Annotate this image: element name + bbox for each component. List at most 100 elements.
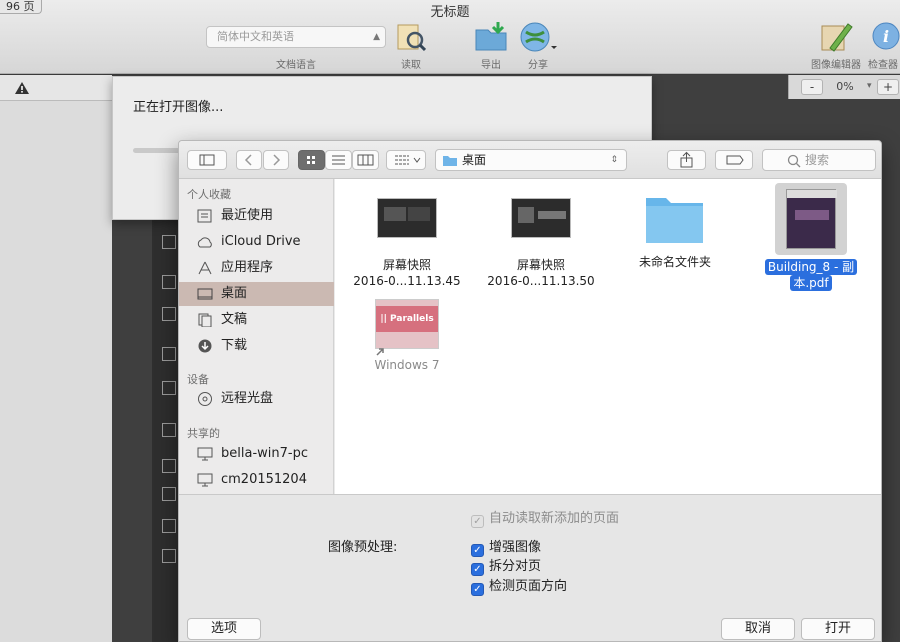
sidebar-item-documents[interactable]: 文稿 xyxy=(179,308,334,332)
select-tool-icon[interactable] xyxy=(162,235,176,249)
split-pages-label: 拆分对页 xyxy=(489,559,542,574)
sidebar-item-shared-pc-2[interactable]: cm20151204 xyxy=(179,468,334,492)
sidebar-icon xyxy=(199,154,215,166)
file-name-line2: 本.pdf xyxy=(790,275,832,291)
zoom-control: - 0% ▾ + xyxy=(788,75,900,99)
tools-strip xyxy=(152,215,178,642)
progress-message: 正在打开图像... xyxy=(133,100,224,115)
file-name: Building_8 - 副 xyxy=(764,259,858,275)
shared-header: 共享的 xyxy=(187,427,220,440)
sidebar-item-recents[interactable]: 最近使用 xyxy=(179,204,334,228)
import-options: ✓ 自动读取新添加的页面 图像预处理: ✓ 增强图像 ✓ 拆分对页 ✓ 检测页面方向 选… xyxy=(179,494,881,641)
alias-arrow-icon xyxy=(376,348,384,356)
window-title: 无标题 xyxy=(430,5,470,20)
file-name: 未命名文件夹 xyxy=(638,255,711,269)
sidebar-item-desktop[interactable]: 桌面 xyxy=(179,282,334,306)
read-button[interactable] xyxy=(396,22,427,52)
location-label: 桌面 xyxy=(462,153,487,167)
sidebar-item-label: 远程光盘 xyxy=(221,391,274,406)
split-pages-checkbox[interactable]: ✓ 拆分对页 xyxy=(471,559,541,576)
inspector-button[interactable]: i xyxy=(872,22,900,50)
table-tool-icon[interactable] xyxy=(162,549,176,563)
warning-icon[interactable] xyxy=(14,81,30,95)
file-item[interactable]: 屏幕快照 2016-0...11.13.50 xyxy=(479,198,603,289)
icon-view-button[interactable] xyxy=(298,150,325,170)
devices-header: 设备 xyxy=(187,373,209,386)
detect-orientation-checkbox[interactable]: ✓ 检测页面方向 xyxy=(471,579,567,596)
grid-tool-icon[interactable] xyxy=(162,487,176,501)
screenshot-thumbnail xyxy=(511,198,571,238)
file-item-selected[interactable]: Building_8 - 副 本.pdf xyxy=(749,183,873,291)
barcode-tool-icon[interactable] xyxy=(162,519,176,533)
export-button[interactable] xyxy=(474,20,508,52)
page-count: 96 页 xyxy=(0,0,42,14)
auto-read-label: 自动读取新添加的页面 xyxy=(489,511,620,526)
text-area-tool-icon[interactable] xyxy=(162,381,176,395)
sidebar-item-downloads[interactable]: 下载 xyxy=(179,334,334,358)
image-editor-icon xyxy=(821,23,853,52)
back-button[interactable] xyxy=(236,150,262,170)
cancel-button[interactable]: 取消 xyxy=(721,618,795,640)
sidebar-item-icloud[interactable]: iCloud Drive xyxy=(179,230,334,254)
open-button[interactable]: 打开 xyxy=(801,618,875,640)
favorites-header: 个人收藏 xyxy=(187,188,231,201)
file-name-line2: 2016-0...11.13.45 xyxy=(353,274,461,288)
read-label: 读取 xyxy=(401,60,421,71)
options-button[interactable]: 选项 xyxy=(187,618,261,640)
share-icon xyxy=(680,151,693,168)
desktop-icon xyxy=(197,288,213,300)
chevron-updown-icon: ▲ xyxy=(373,32,380,42)
arrange-menu-button[interactable] xyxy=(386,150,426,170)
file-name: 屏幕快照 xyxy=(516,258,565,272)
computer-icon xyxy=(197,447,213,461)
document-language-value: 简体中文和英语 xyxy=(217,30,294,43)
sidebar-item-label: cm20151204 xyxy=(221,472,307,487)
zoom-out-button[interactable]: - xyxy=(801,79,823,95)
pointer-tool-icon[interactable] xyxy=(162,275,176,289)
zoom-in-button[interactable]: + xyxy=(877,79,899,95)
list-view-button[interactable] xyxy=(325,150,352,170)
crop-tool-icon[interactable] xyxy=(162,307,176,321)
sidebar-item-label: 应用程序 xyxy=(221,260,274,275)
list-view-icon xyxy=(332,155,345,165)
column-view-button[interactable] xyxy=(352,150,379,170)
open-file-dialog: 桌面 ⇕ 搜索 个人收藏 最近使用 iCloud Drive 应用程序 桌面 文… xyxy=(178,140,882,642)
picture-area-tool-icon[interactable] xyxy=(162,459,176,473)
tag-icon xyxy=(726,155,744,165)
image-editor-button[interactable] xyxy=(820,20,854,52)
location-popup[interactable]: 桌面 ⇕ xyxy=(435,149,627,171)
auto-read-checkbox[interactable]: ✓ 自动读取新添加的页面 xyxy=(471,511,619,528)
inspector-label: 检查器 xyxy=(868,60,898,71)
sidebar-item-label: 桌面 xyxy=(221,286,248,301)
sidebar-item-applications[interactable]: 应用程序 xyxy=(179,256,334,280)
zoom-value[interactable]: 0% xyxy=(825,80,865,93)
table-area-tool-icon[interactable] xyxy=(162,423,176,437)
checkmark-icon: ✓ xyxy=(471,583,484,596)
documents-icon xyxy=(198,313,212,327)
share-button[interactable] xyxy=(518,20,558,54)
enhance-image-checkbox[interactable]: ✓ 增强图像 xyxy=(471,540,541,557)
sidebar-item-label: 最近使用 xyxy=(221,208,274,223)
search-icon xyxy=(787,154,801,168)
enhance-image-label: 增强图像 xyxy=(489,540,542,555)
sidebar-toggle-button[interactable] xyxy=(187,150,227,170)
search-field[interactable]: 搜索 xyxy=(762,149,876,171)
read-icon xyxy=(397,24,427,52)
file-name-line2: 2016-0...11.13.50 xyxy=(487,274,595,288)
forward-button[interactable] xyxy=(263,150,289,170)
file-item[interactable]: 屏幕快照 2016-0...11.13.45 xyxy=(345,198,469,289)
export-label: 导出 xyxy=(481,60,501,71)
share-dialog-button[interactable] xyxy=(667,150,706,170)
computer-icon xyxy=(197,473,213,487)
sidebar-item-label: bella-win7-pc xyxy=(221,446,308,461)
file-item[interactable]: 未命名文件夹 xyxy=(613,194,737,270)
dialog-toolbar: 桌面 ⇕ 搜索 xyxy=(179,141,881,179)
cloud-icon xyxy=(197,237,212,248)
file-item-dimmed[interactable]: || Parallels Windows 7 xyxy=(345,299,469,373)
tag-button[interactable] xyxy=(715,150,753,170)
screenshot-thumbnail xyxy=(377,198,437,238)
sidebar-item-remote-disc[interactable]: 远程光盘 xyxy=(179,387,334,411)
document-language-select[interactable]: 简体中文和英语 ▲ xyxy=(206,26,386,48)
area-tool-icon[interactable] xyxy=(162,347,176,361)
sidebar-item-shared-pc-1[interactable]: bella-win7-pc xyxy=(179,442,334,466)
